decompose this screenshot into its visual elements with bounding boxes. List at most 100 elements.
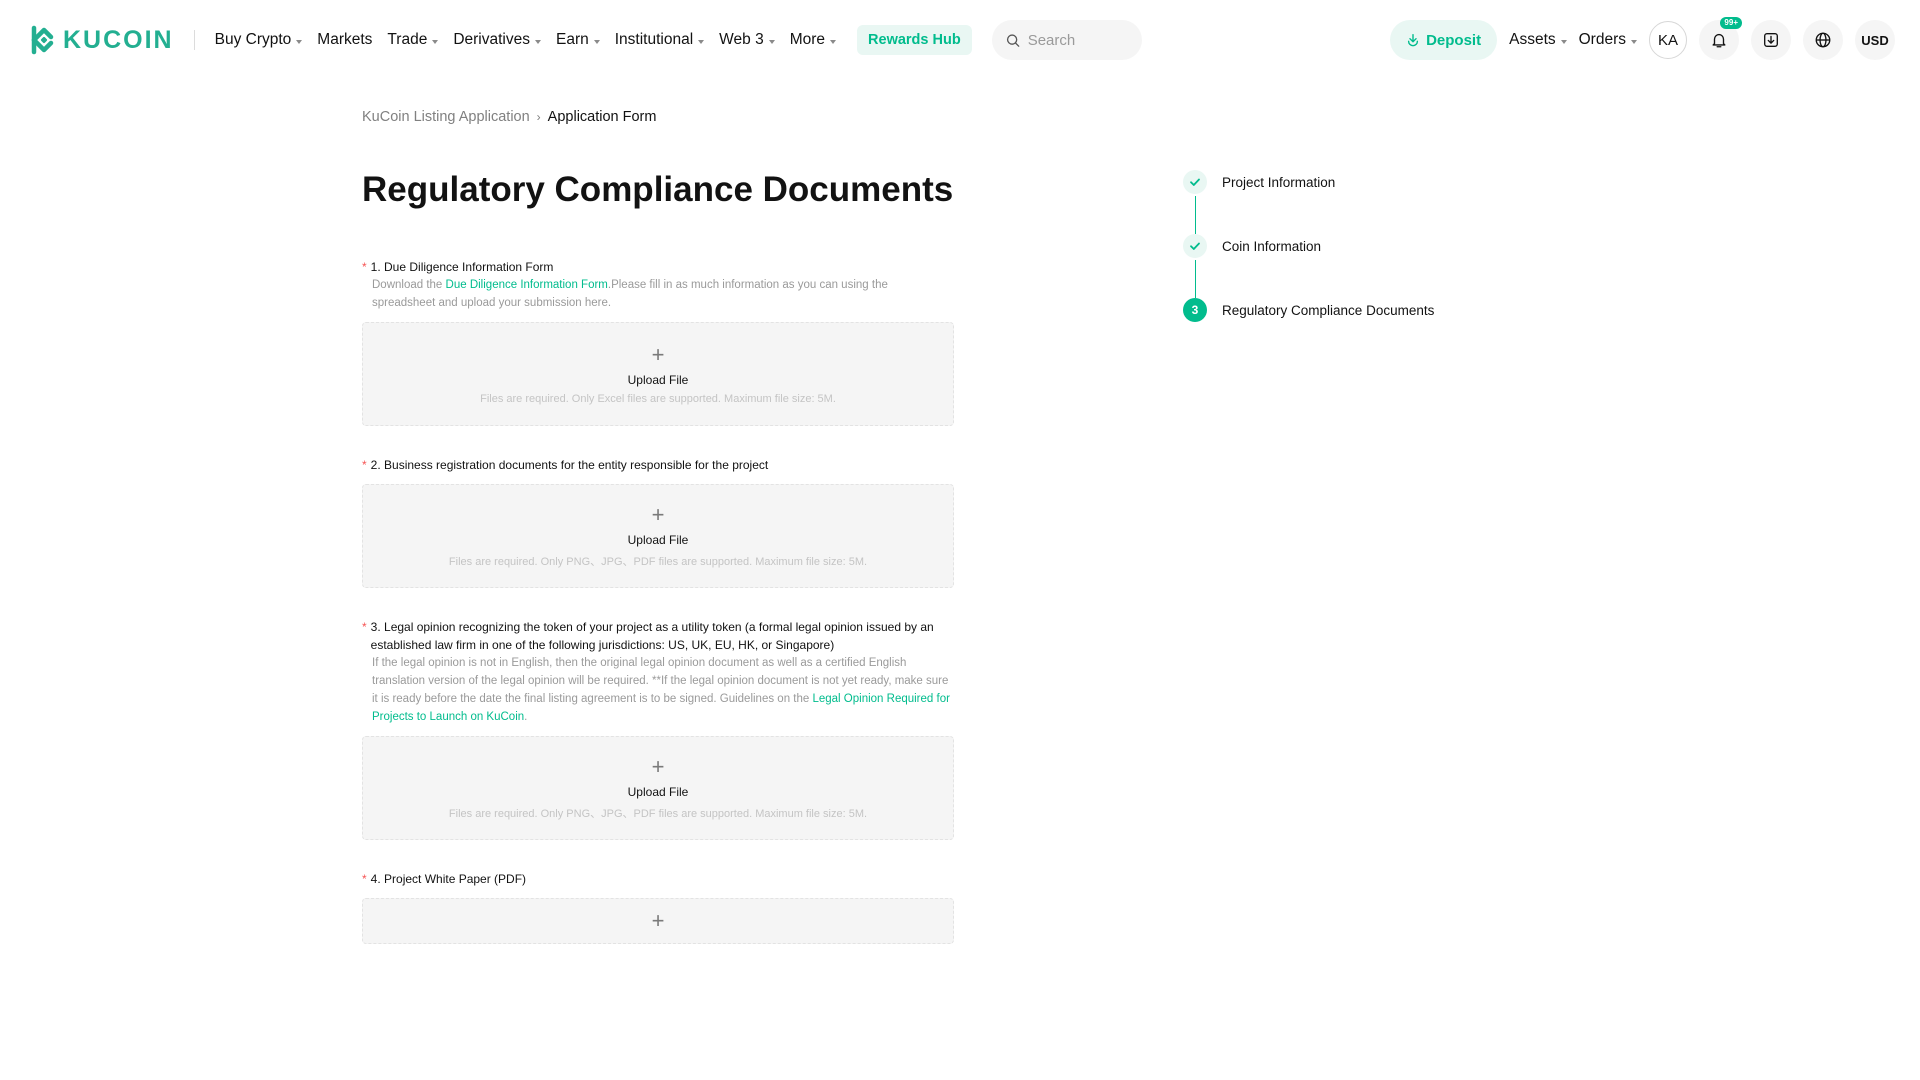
step-connector [1194, 196, 1196, 234]
upload-hint: Files are required. Only PNG、JPG、PDF fil… [448, 555, 868, 568]
upload-white-paper[interactable]: + [362, 898, 954, 944]
step-label: Regulatory Compliance Documents [1222, 302, 1435, 318]
progress-steps: Project Information Coin Information 3 R… [1183, 170, 1434, 362]
field-label-text: 3. Legal opinion recognizing the token o… [370, 620, 934, 652]
nav-buy-crypto[interactable]: Buy Crypto [215, 31, 303, 49]
upload-label: Upload File [627, 784, 689, 799]
field-label-text: 2. Business registration documents for t… [370, 458, 769, 472]
header-right: Deposit Assets Orders KA 99+ USD [1390, 17, 1895, 60]
user-avatar[interactable]: KA [1649, 21, 1687, 59]
page-title: Regulatory Compliance Documents [362, 170, 954, 209]
nav-label: Derivatives [453, 31, 530, 48]
chevron-right-icon: › [536, 110, 541, 124]
check-icon [1190, 242, 1200, 250]
breadcrumb-current: Application Form [547, 109, 657, 125]
upload-legal-opinion[interactable]: + Upload File Files are required. Only P… [362, 736, 954, 840]
upload-due-diligence[interactable]: + Upload File Files are required. Only E… [362, 322, 954, 426]
required-marker: * [362, 872, 367, 886]
download-icon [1764, 33, 1778, 47]
field-label-text: 1. Due Diligence Information Form [370, 260, 554, 274]
plus-icon: + [651, 501, 665, 527]
orders-label: Orders [1578, 31, 1626, 48]
upload-hint: Files are required. Only PNG、JPG、PDF fil… [448, 807, 868, 820]
field-label: * 4. Project White Paper (PDF) [362, 870, 954, 888]
language-button[interactable] [1803, 20, 1843, 60]
caret-down-icon [698, 39, 705, 44]
bell-icon [1712, 33, 1726, 48]
step-project-information[interactable]: Project Information [1183, 170, 1434, 234]
notification-badge: 99+ [1720, 17, 1742, 29]
field-legal-opinion: * 3. Legal opinion recognizing the token … [362, 618, 954, 840]
deposit-icon [1408, 34, 1419, 47]
notifications-button[interactable]: 99+ [1699, 17, 1742, 60]
caret-down-icon [535, 39, 541, 44]
field-description: Download the Due Diligence Information F… [372, 276, 954, 312]
field-description: If the legal opinion is not in English, … [372, 654, 954, 726]
caret-down-icon [768, 39, 775, 44]
caret-down-icon [1560, 39, 1567, 44]
step-label: Coin Information [1222, 238, 1322, 254]
breadcrumb: KuCoin Listing Application › Application… [362, 109, 656, 125]
caret-down-icon [432, 39, 439, 44]
nav-earn[interactable]: Earn [556, 31, 600, 49]
search-input[interactable] [1027, 31, 1128, 49]
required-marker: * [362, 458, 367, 472]
step-number: 3 [1183, 298, 1207, 322]
currency-selector[interactable]: USD [1855, 20, 1895, 60]
field-business-registration: * 2. Business registration documents for … [362, 456, 954, 588]
nav-web3[interactable]: Web 3 [719, 31, 775, 49]
top-header: KUCOIN Buy Crypto Markets Trade Derivati… [0, 0, 1920, 80]
deposit-label: Deposit [1426, 31, 1482, 49]
field-white-paper: * 4. Project White Paper (PDF) + [362, 870, 954, 944]
compliance-form: * 1. Due Diligence Information Form Downl… [362, 258, 954, 944]
field-label: * 2. Business registration documents for … [362, 456, 954, 474]
breadcrumb-parent-link[interactable]: KuCoin Listing Application [362, 109, 530, 125]
step-regulatory-compliance[interactable]: 3 Regulatory Compliance Documents [1183, 298, 1434, 322]
step-coin-information[interactable]: Coin Information [1183, 234, 1434, 298]
caret-down-icon [1631, 39, 1637, 44]
nav-derivatives[interactable]: Derivatives [453, 31, 541, 49]
main-nav: Buy Crypto Markets Trade Derivatives Ear… [215, 25, 972, 55]
nav-label: Institutional [614, 31, 694, 48]
nav-label: Markets [317, 31, 373, 48]
plus-icon: + [651, 341, 665, 367]
brand-name: KUCOIN [63, 25, 174, 54]
search-box[interactable] [991, 20, 1142, 60]
kucoin-logo[interactable]: KUCOIN [25, 25, 174, 55]
assets-label: Assets [1509, 31, 1556, 48]
upload-business-registration[interactable]: + Upload File Files are required. Only P… [362, 484, 954, 588]
nav-label: Earn [556, 31, 589, 48]
step-check [1183, 234, 1207, 258]
nav-trade[interactable]: Trade [387, 31, 439, 49]
nav-more[interactable]: More [789, 31, 837, 49]
step-check [1183, 170, 1207, 194]
search-icon [1006, 33, 1020, 47]
kucoin-logo-icon [31, 25, 54, 55]
globe-icon [1815, 32, 1831, 48]
due-diligence-form-link[interactable]: Due Diligence Information Form [446, 279, 608, 291]
step-connector [1194, 260, 1196, 298]
orders-menu[interactable]: Orders [1579, 31, 1637, 49]
plus-icon: + [651, 908, 665, 933]
rewards-hub-button[interactable]: Rewards Hub [857, 25, 972, 55]
required-marker: * [362, 620, 367, 634]
download-app-button[interactable] [1751, 20, 1791, 60]
assets-menu[interactable]: Assets [1509, 31, 1567, 49]
nav-label: More [789, 31, 826, 48]
deposit-button[interactable]: Deposit [1390, 20, 1498, 60]
plus-icon: + [651, 753, 665, 779]
required-marker: * [362, 260, 367, 274]
nav-label: Web 3 [719, 31, 764, 48]
caret-down-icon [296, 39, 303, 44]
nav-label: Trade [387, 31, 428, 48]
check-icon [1190, 178, 1200, 186]
upload-hint: Files are required. Only Excel files are… [480, 392, 836, 405]
nav-institutional[interactable]: Institutional [614, 31, 705, 49]
field-label-text: 4. Project White Paper (PDF) [370, 872, 527, 886]
desc-text: . [524, 711, 528, 723]
desc-text: Download the [372, 279, 446, 291]
field-label: * 3. Legal opinion recognizing the token … [362, 618, 954, 654]
field-label: * 1. Due Diligence Information Form [362, 258, 954, 276]
nav-markets[interactable]: Markets [317, 31, 372, 49]
upload-label: Upload File [627, 532, 689, 547]
